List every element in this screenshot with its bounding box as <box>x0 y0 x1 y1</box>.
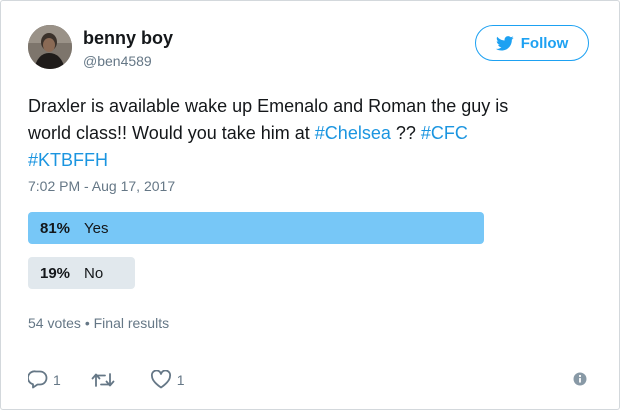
tweet-text: Draxler is available wake up Emenalo and… <box>28 93 588 174</box>
hashtag-chelsea-link[interactable]: #Chelsea <box>315 123 391 143</box>
tweet-line-1: Draxler is available wake up Emenalo and… <box>28 96 509 116</box>
poll-status: Final results <box>93 315 170 331</box>
tweet-line-3: #KTBFFH <box>28 147 588 174</box>
reply-icon <box>28 370 48 389</box>
hashtag-cfc-link[interactable]: #CFC <box>421 123 468 143</box>
tweet-card: benny boy @ben4589 Follow Draxler is ava… <box>0 0 620 410</box>
heart-icon <box>150 370 171 389</box>
poll-choice-no: 19% No <box>28 257 135 289</box>
tweet-actions: 1 1 <box>28 370 215 389</box>
poll-votes: 54 votes <box>28 315 81 331</box>
poll-choice-label: No <box>84 264 104 282</box>
info-button[interactable] <box>573 372 587 391</box>
retweet-button[interactable] <box>91 371 120 389</box>
poll-choice-percent: 81% <box>40 219 71 237</box>
poll-summary: 54 votes • Final results <box>28 315 169 331</box>
tweet-timestamp[interactable]: 7:02 PM - Aug 17, 2017 <box>28 178 175 194</box>
tweet-line-2: world class!! Would you take him at #Che… <box>28 120 588 147</box>
display-name[interactable]: benny boy <box>83 28 173 49</box>
tweet-line-2-mid: ?? <box>390 123 421 143</box>
avatar[interactable] <box>28 25 72 69</box>
twitter-bird-icon <box>495 35 514 50</box>
poll-separator: • <box>84 315 90 331</box>
poll-choice-label: Yes <box>84 219 109 237</box>
follow-label: Follow <box>520 34 569 52</box>
info-icon <box>573 372 587 386</box>
reply-button[interactable]: 1 <box>28 370 61 389</box>
hashtag-ktbffh-link[interactable]: #KTBFFH <box>28 150 108 170</box>
like-count: 1 <box>176 371 185 388</box>
poll-choice-percent: 19% <box>40 264 71 282</box>
like-button[interactable]: 1 <box>150 370 185 389</box>
poll-choice-yes: 81% Yes <box>28 212 484 244</box>
retweet-icon <box>91 372 115 387</box>
reply-count: 1 <box>53 371 61 388</box>
profile-photo <box>28 25 72 69</box>
tweet-line-2-text: world class!! Would you take him at <box>28 123 315 143</box>
user-handle[interactable]: @ben4589 <box>83 53 152 69</box>
follow-button[interactable]: Follow <box>475 25 589 61</box>
